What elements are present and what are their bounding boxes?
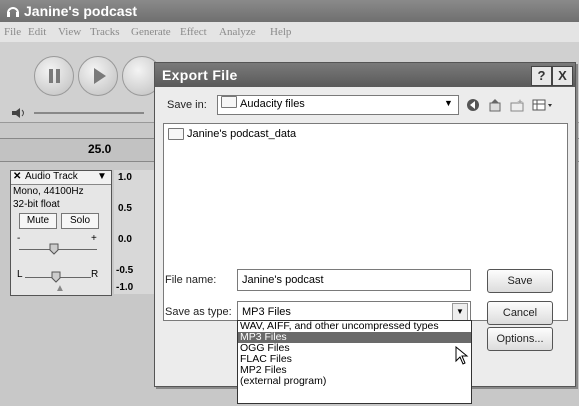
scale-label: 0.0 bbox=[118, 234, 132, 245]
scale-label: 1.0 bbox=[118, 172, 132, 183]
gain-slider-thumb-icon[interactable] bbox=[49, 243, 59, 255]
dialog-title: Export File bbox=[162, 67, 238, 83]
track-bitdepth: 32-bit float bbox=[13, 199, 60, 210]
gain-minus-label: - bbox=[17, 233, 21, 244]
menu-help[interactable]: Help bbox=[270, 22, 291, 42]
ruler-value: 25.0 bbox=[88, 142, 112, 156]
solo-button[interactable]: Solo bbox=[61, 213, 99, 229]
menu-bar: File Edit View Tracks Generate Effect An… bbox=[0, 22, 579, 42]
up-folder-icon[interactable] bbox=[487, 97, 503, 113]
headphones-icon bbox=[7, 7, 19, 17]
track-name[interactable]: Audio Track bbox=[25, 171, 78, 182]
app-titlebar: Janine's podcast bbox=[0, 0, 579, 22]
gain-plus-label: + bbox=[91, 233, 97, 244]
save-as-type-value: MP3 Files bbox=[242, 306, 291, 318]
mouse-cursor-icon bbox=[455, 346, 469, 365]
dropdown-option[interactable]: (external program) bbox=[238, 376, 471, 387]
menu-view[interactable]: View bbox=[58, 22, 81, 42]
view-menu-icon[interactable] bbox=[531, 97, 553, 113]
menu-effect[interactable]: Effect bbox=[180, 22, 207, 42]
menu-edit[interactable]: Edit bbox=[28, 22, 46, 42]
list-item-label: Janine's podcast_data bbox=[187, 128, 297, 140]
amplitude-scale: 1.0 0.5 0.0 -0.5 -1.0 bbox=[114, 170, 154, 294]
export-file-dialog: Export File ? X Save in: Audacity files … bbox=[154, 62, 576, 404]
close-track-icon[interactable]: ✕ bbox=[13, 171, 21, 182]
save-in-label: Save in: bbox=[167, 99, 207, 111]
close-button[interactable]: X bbox=[552, 66, 573, 86]
save-as-type-label: Save as type: bbox=[165, 306, 232, 318]
pan-right-label: R bbox=[91, 269, 99, 280]
menu-generate[interactable]: Generate bbox=[131, 22, 171, 42]
chevron-down-icon[interactable]: ▼ bbox=[97, 171, 107, 182]
mute-button[interactable]: Mute bbox=[19, 213, 57, 229]
filename-value: Janine's podcast bbox=[242, 274, 324, 286]
menu-analyze[interactable]: Analyze bbox=[219, 22, 256, 42]
scale-label: -0.5 bbox=[116, 265, 134, 276]
save-as-type-dropdown: WAV, AIFF, and other uncompressed types … bbox=[237, 320, 472, 404]
play-button[interactable] bbox=[78, 56, 118, 96]
cancel-button[interactable]: Cancel bbox=[487, 301, 553, 325]
save-in-combo[interactable]: Audacity files ▼ bbox=[217, 95, 459, 115]
new-folder-icon[interactable] bbox=[509, 97, 525, 113]
scale-label: 0.5 bbox=[118, 203, 132, 214]
pause-icon bbox=[49, 69, 60, 83]
scale-label: -1.0 bbox=[116, 282, 134, 293]
back-icon[interactable] bbox=[465, 97, 481, 113]
dialog-titlebar: Export File ? X bbox=[155, 63, 575, 87]
track-control-panel: ✕ Audio Track ▼ Mono, 44100Hz 32-bit flo… bbox=[10, 170, 112, 296]
menu-file[interactable]: File bbox=[4, 22, 21, 42]
speaker-icon bbox=[12, 108, 24, 118]
playback-volume-slider[interactable] bbox=[34, 112, 144, 114]
play-icon bbox=[94, 68, 106, 84]
collapse-arrow-icon[interactable]: ▲ bbox=[55, 283, 65, 294]
pan-slider-thumb-icon[interactable] bbox=[51, 271, 61, 283]
chevron-down-icon[interactable]: ▼ bbox=[452, 303, 468, 321]
folder-icon bbox=[168, 128, 184, 141]
folder-icon bbox=[221, 96, 237, 109]
list-item[interactable]: Janine's podcast_data bbox=[168, 128, 297, 141]
pause-button[interactable] bbox=[34, 56, 74, 96]
save-in-value: Audacity files bbox=[240, 98, 305, 110]
audio-track: ✕ Audio Track ▼ Mono, 44100Hz 32-bit flo… bbox=[10, 170, 160, 296]
save-button[interactable]: Save bbox=[487, 269, 553, 293]
filename-field[interactable]: Janine's podcast bbox=[237, 269, 471, 291]
pan-left-label: L bbox=[17, 269, 23, 280]
help-button[interactable]: ? bbox=[531, 66, 552, 86]
filename-label: File name: bbox=[165, 274, 217, 286]
app-title: Janine's podcast bbox=[24, 3, 138, 19]
chevron-down-icon: ▼ bbox=[444, 98, 453, 108]
track-format: Mono, 44100Hz bbox=[13, 186, 84, 197]
options-button[interactable]: Options... bbox=[487, 327, 553, 351]
menu-tracks[interactable]: Tracks bbox=[90, 22, 120, 42]
